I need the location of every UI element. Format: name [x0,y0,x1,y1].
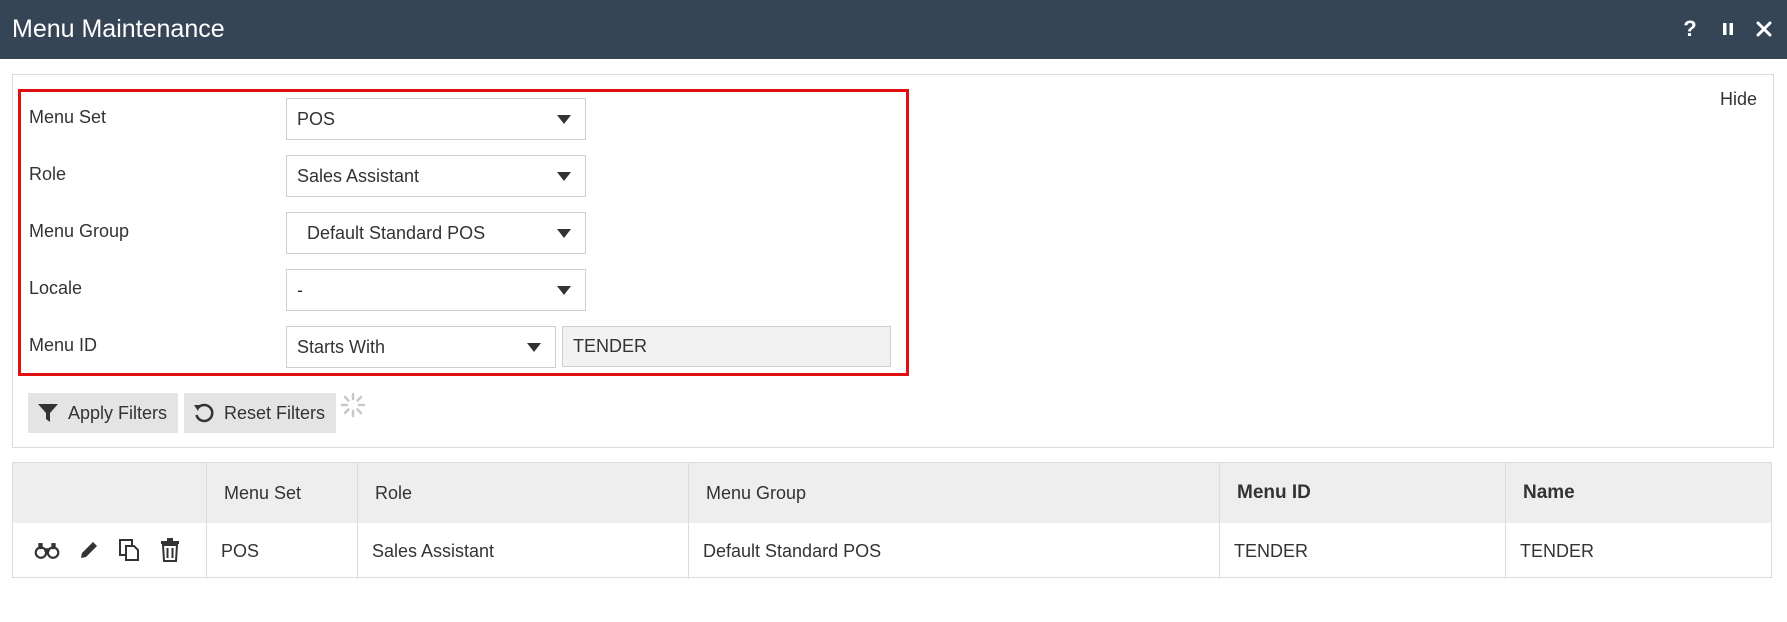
pause-icon[interactable] [1714,15,1742,43]
locale-value: - [297,279,303,300]
column-header-name[interactable]: Name [1505,463,1771,523]
menu-set-select[interactable]: POS [286,98,586,140]
locale-label: Locale [29,278,83,298]
close-icon[interactable] [1750,15,1778,43]
menu-id-label: Menu ID [29,335,98,355]
reset-icon [192,401,216,425]
table-header: Menu Set Role Menu Group Menu ID Name [13,463,1771,523]
apply-filters-button[interactable]: Apply Filters [28,393,178,433]
cell-menu-group: Default Standard POS [688,523,1219,579]
column-header-menu-group[interactable]: Menu Group [688,463,1219,523]
cell-menu-set: POS [206,523,357,579]
menu-set-value: POS [297,108,336,129]
hide-filters-link[interactable]: Hide [1720,89,1757,110]
window-title: Menu Maintenance [12,15,225,43]
menu-group-select[interactable]: Default Standard POS [286,212,586,254]
chevron-down-icon [557,115,571,124]
reset-filters-label: Reset Filters [224,402,326,423]
menu-set-label: Menu Set [29,107,107,127]
cell-role: Sales Assistant [357,523,688,579]
delete-icon[interactable] [157,537,183,563]
apply-filters-label: Apply Filters [68,402,168,423]
column-header-menu-set[interactable]: Menu Set [206,463,357,523]
chevron-down-icon [527,343,541,352]
role-select[interactable]: Sales Assistant [286,155,586,197]
menu-id-operator-value: Starts With [297,336,386,357]
menu-id-operator-select[interactable]: Starts With [286,326,556,368]
title-bar: Menu Maintenance ? [0,0,1787,59]
cell-name: TENDER [1505,523,1771,579]
column-header-menu-id[interactable]: Menu ID [1219,463,1505,523]
help-icon[interactable]: ? [1676,15,1704,43]
loading-spinner-icon [340,392,366,418]
results-table: Menu Set Role Menu Group Menu ID Name PO… [12,462,1772,579]
reset-filters-button[interactable]: Reset Filters [184,393,336,433]
chevron-down-icon [557,172,571,181]
chevron-down-icon [557,229,571,238]
column-header-actions [13,463,206,523]
cell-menu-id: TENDER [1219,523,1505,579]
menu-group-value: Default Standard POS [307,222,486,243]
menu-id-input[interactable]: TENDER [562,326,891,367]
view-icon[interactable] [34,537,60,563]
copy-icon[interactable] [116,537,142,563]
filter-icon [36,401,60,425]
column-header-role[interactable]: Role [357,463,688,523]
chevron-down-icon [557,286,571,295]
edit-icon[interactable] [76,537,102,563]
role-label: Role [29,164,67,184]
menu-group-label: Menu Group [29,221,130,241]
locale-select[interactable]: - [286,269,586,311]
role-value: Sales Assistant [297,165,420,186]
